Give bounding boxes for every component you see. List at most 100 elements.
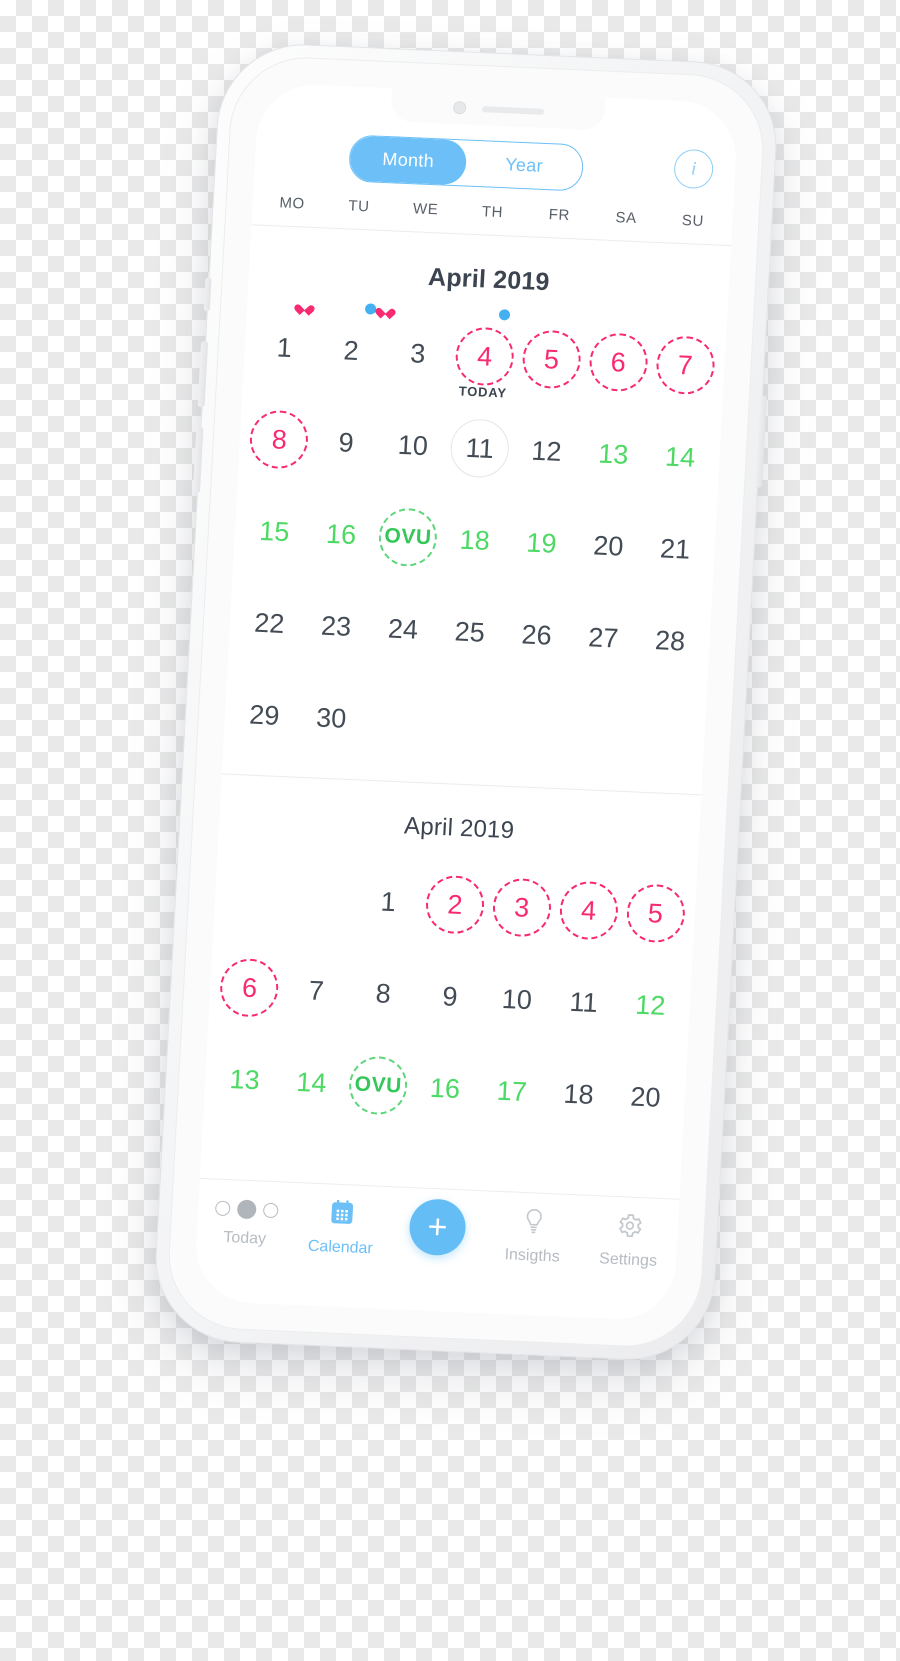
calendar-cell[interactable]: 11 <box>548 955 620 1050</box>
calendar-day[interactable]: 2 <box>321 320 382 380</box>
calendar-cell[interactable]: 14 <box>276 1035 348 1130</box>
add-entry-button[interactable]: + <box>408 1198 468 1257</box>
period-day[interactable]: 3 <box>491 877 553 938</box>
fertile-day[interactable]: 12 <box>620 975 681 1035</box>
calendar-day[interactable]: 11 <box>553 972 614 1032</box>
calendar-day[interactable]: 9 <box>316 412 377 472</box>
calendar-cell[interactable]: 2 <box>419 857 491 952</box>
calendar-cell[interactable]: 16 <box>409 1041 481 1136</box>
calendar-cell[interactable]: 20 <box>572 499 644 594</box>
calendar-cell[interactable]: 12 <box>615 958 687 1053</box>
calendar-cell[interactable]: 17 <box>476 1044 548 1139</box>
calendar-day[interactable]: 30 <box>301 688 362 748</box>
fertile-day[interactable]: 13 <box>583 424 644 484</box>
fertile-day[interactable]: 17 <box>481 1061 542 1121</box>
silence-switch[interactable] <box>203 277 212 312</box>
calendar-day[interactable]: 27 <box>573 608 634 668</box>
calendar-cell[interactable]: 26 <box>501 588 573 683</box>
period-day[interactable]: 4 <box>558 880 620 941</box>
add-icon[interactable]: + <box>408 1198 468 1257</box>
period-day[interactable]: 6 <box>587 332 649 393</box>
calendar-day[interactable]: 3 <box>387 323 448 383</box>
fertile-day[interactable]: 19 <box>511 513 572 573</box>
calendar-cell[interactable]: 28 <box>634 593 706 688</box>
tab-insigths[interactable]: Insigths <box>484 1205 583 1267</box>
period-day[interactable]: 6 <box>219 957 281 1019</box>
period-day[interactable]: 5 <box>624 883 686 944</box>
view-mode-segmented-control[interactable]: Month Year <box>347 134 585 192</box>
calendar-cell[interactable]: 3 <box>486 860 558 955</box>
calendar-day[interactable]: 28 <box>640 611 701 671</box>
tab-add[interactable]: + <box>388 1198 487 1257</box>
calendar-cell[interactable]: 9 <box>414 949 486 1044</box>
calendar-day[interactable]: 18 <box>548 1064 609 1124</box>
tab-year[interactable]: Year <box>465 141 583 191</box>
calendar-cell[interactable]: 23 <box>300 579 372 674</box>
calendar-cell[interactable]: 21 <box>639 502 711 597</box>
calendar-cell[interactable]: 14 <box>644 410 716 505</box>
calendar-cell[interactable]: 6 <box>582 315 654 410</box>
calendar-cell[interactable]: 13 <box>577 407 649 502</box>
fertile-day[interactable]: 15 <box>244 501 305 561</box>
calendar-cell[interactable]: 25 <box>434 585 506 680</box>
calendar-cell[interactable]: 2 <box>315 303 387 398</box>
fertile-day[interactable]: 16 <box>311 504 372 564</box>
calendar-day[interactable]: 10 <box>486 969 547 1029</box>
calendar-day[interactable]: 1 <box>358 872 419 932</box>
calendar-grid-primary[interactable]: 1 2 3 4 5 6 7 8 9 10 TODAY 11 12 13 14 15 16 OVU 18 19 20 21 2… <box>229 300 721 780</box>
calendar-cell[interactable]: 19 <box>506 496 578 591</box>
calendar-day[interactable]: 8 <box>353 963 414 1023</box>
calendar-cell[interactable]: 18 <box>439 493 511 588</box>
ovulation-day[interactable]: OVU <box>347 1055 409 1116</box>
calendar-cell[interactable]: 5 <box>516 312 588 407</box>
calendar-cell[interactable]: 8 <box>347 946 419 1041</box>
calendar-day[interactable]: 7 <box>286 961 347 1021</box>
calendar-cell[interactable]: 16 <box>305 487 377 582</box>
tab-calendar[interactable]: Calendar <box>292 1197 391 1259</box>
calendar-cell[interactable]: 3 <box>382 306 454 401</box>
calendar-day[interactable]: 24 <box>372 599 433 659</box>
calendar-day[interactable]: 22 <box>239 593 300 653</box>
calendar-cell[interactable]: 12 <box>511 404 583 499</box>
calendar-cell[interactable]: 8 <box>243 392 315 487</box>
period-day[interactable]: 7 <box>654 335 716 396</box>
calendar-cell[interactable]: 10 <box>377 398 449 493</box>
today-day[interactable]: 11 <box>449 418 511 479</box>
calendar-cell[interactable]: 29 <box>229 668 301 763</box>
calendar-cell[interactable]: 4 <box>553 863 625 958</box>
calendar-cell[interactable]: 18 <box>543 1047 615 1142</box>
calendar-cell[interactable]: 20 <box>610 1050 682 1145</box>
calendar-day[interactable]: 20 <box>615 1067 676 1127</box>
tab-month[interactable]: Month <box>349 135 468 186</box>
calendar-cell[interactable]: 27 <box>567 591 639 686</box>
fertile-day[interactable]: 18 <box>444 510 505 570</box>
fertile-day[interactable]: 14 <box>650 427 711 487</box>
calendar-cell[interactable]: 24 <box>367 582 439 677</box>
calendar-day[interactable]: 25 <box>439 602 500 662</box>
calendar-cell[interactable]: TODAY 11 <box>444 383 516 496</box>
calendar-cell[interactable]: 5 <box>620 866 692 961</box>
calendar-cell[interactable]: OVU <box>372 490 444 585</box>
calendar-day[interactable]: 23 <box>306 596 367 656</box>
fertile-day[interactable]: 13 <box>214 1049 275 1109</box>
calendar-day[interactable]: 10 <box>382 415 443 475</box>
calendar-day[interactable]: 1 <box>254 318 315 378</box>
period-day[interactable]: 5 <box>520 329 583 390</box>
period-day[interactable]: 8 <box>248 409 310 470</box>
calendar-scroll-area[interactable]: April 2019 1 2 3 4 5 6 7 8 9 10 TODAY 11 12 13 14 15 16 O… <box>193 225 731 1321</box>
calendar-cell[interactable]: 15 <box>238 484 310 579</box>
calendar-cell[interactable]: 9 <box>310 395 382 490</box>
calendar-cell[interactable]: 1 <box>352 854 424 949</box>
calendar-day[interactable]: 26 <box>506 605 567 665</box>
calendar-cell[interactable]: 30 <box>295 671 367 766</box>
calendar-cell[interactable]: 7 <box>649 318 721 413</box>
calendar-day[interactable]: 29 <box>234 685 295 745</box>
tab-today[interactable]: Today <box>196 1193 295 1250</box>
calendar-cell[interactable]: 22 <box>234 576 306 671</box>
fertile-day[interactable]: 16 <box>415 1058 476 1118</box>
fertile-day[interactable]: 14 <box>281 1052 342 1112</box>
period-day[interactable]: 2 <box>424 874 486 935</box>
calendar-cell[interactable]: 13 <box>209 1032 281 1127</box>
calendar-cell[interactable]: 10 <box>481 952 553 1047</box>
calendar-day[interactable]: 9 <box>419 966 480 1026</box>
